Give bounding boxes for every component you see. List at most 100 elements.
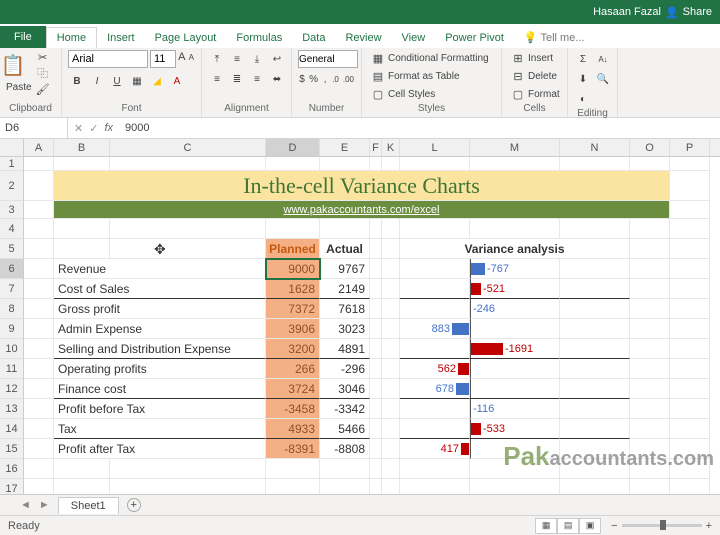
variance-right[interactable]: -767 xyxy=(470,259,560,279)
zoom-slider[interactable] xyxy=(622,524,702,527)
tab-data[interactable]: Data xyxy=(292,28,335,48)
normal-view-button[interactable]: ▦ xyxy=(535,518,557,534)
cell[interactable] xyxy=(54,157,110,171)
row-header[interactable]: 8 xyxy=(0,299,24,319)
cell[interactable] xyxy=(630,359,670,379)
cell[interactable] xyxy=(370,419,382,439)
paste-button[interactable]: Paste xyxy=(6,82,32,93)
cell[interactable] xyxy=(670,201,710,219)
cell[interactable] xyxy=(110,157,266,171)
planned-cell[interactable]: -3458 xyxy=(266,399,320,419)
cell[interactable] xyxy=(630,399,670,419)
col-header-D[interactable]: D xyxy=(266,139,320,156)
increase-decimal-icon[interactable]: .0 xyxy=(331,70,340,88)
row-label[interactable]: Selling and Distribution Expense xyxy=(54,339,266,359)
sheet-nav-next-icon[interactable]: ► xyxy=(39,499,50,511)
cell[interactable] xyxy=(370,459,382,479)
italic-button[interactable]: I xyxy=(88,72,106,90)
paste-icon[interactable]: 📋 xyxy=(6,50,20,80)
cell[interactable] xyxy=(370,319,382,339)
cell[interactable] xyxy=(560,259,630,279)
variance-right[interactable] xyxy=(470,319,560,339)
tab-view[interactable]: View xyxy=(392,28,436,48)
cell[interactable] xyxy=(560,339,630,359)
row-label[interactable]: Profit before Tax xyxy=(54,399,266,419)
sort-icon[interactable]: A↓ xyxy=(594,50,612,68)
cell[interactable] xyxy=(560,419,630,439)
cell[interactable] xyxy=(630,219,670,239)
wrap-text-icon[interactable]: ↩ xyxy=(268,50,286,68)
cell[interactable] xyxy=(110,459,266,479)
cell[interactable] xyxy=(382,459,400,479)
cell[interactable] xyxy=(110,479,266,494)
currency-icon[interactable]: $ xyxy=(298,70,306,88)
variance-right[interactable]: -521 xyxy=(470,279,560,299)
actual-cell[interactable]: 7618 xyxy=(320,299,370,319)
cell[interactable] xyxy=(670,459,710,479)
border-button[interactable]: ▦ xyxy=(128,72,146,90)
header-actual[interactable]: Actual xyxy=(320,239,370,259)
cell[interactable] xyxy=(630,299,670,319)
title-cell[interactable]: In-the-cell Variance Charts xyxy=(54,171,670,201)
cell[interactable] xyxy=(54,459,110,479)
enter-formula-icon[interactable]: ✓ xyxy=(89,122,98,135)
decrease-font-icon[interactable]: A xyxy=(188,50,196,64)
tab-home[interactable]: Home xyxy=(46,27,97,48)
cell[interactable] xyxy=(24,201,54,219)
cell[interactable] xyxy=(670,399,710,419)
font-name-input[interactable] xyxy=(68,50,148,68)
share-button[interactable]: Share xyxy=(683,6,712,18)
cell[interactable] xyxy=(24,299,54,319)
cell[interactable] xyxy=(266,157,320,171)
planned-cell[interactable]: 7372 xyxy=(266,299,320,319)
row-label[interactable]: Cost of Sales xyxy=(54,279,266,299)
cell[interactable] xyxy=(382,219,400,239)
cell[interactable] xyxy=(470,157,560,171)
cell[interactable] xyxy=(370,399,382,419)
tab-review[interactable]: Review xyxy=(335,28,391,48)
tab-formulas[interactable]: Formulas xyxy=(226,28,292,48)
variance-left[interactable] xyxy=(400,419,470,439)
planned-cell[interactable]: 3200 xyxy=(266,339,320,359)
cell[interactable] xyxy=(400,219,470,239)
cell[interactable] xyxy=(382,339,400,359)
cell[interactable] xyxy=(24,157,54,171)
actual-cell[interactable]: 3023 xyxy=(320,319,370,339)
cell[interactable] xyxy=(630,157,670,171)
cell[interactable] xyxy=(370,279,382,299)
col-header-E[interactable]: E xyxy=(320,139,370,156)
cell[interactable] xyxy=(382,319,400,339)
row-label[interactable]: Operating profits xyxy=(54,359,266,379)
align-center-icon[interactable]: ≣ xyxy=(228,70,246,88)
cell[interactable] xyxy=(54,219,110,239)
cell[interactable] xyxy=(320,479,370,494)
row-label[interactable]: Admin Expense xyxy=(54,319,266,339)
copy-icon[interactable]: ⿻ xyxy=(36,66,50,80)
cell[interactable] xyxy=(560,359,630,379)
row-header[interactable]: 13 xyxy=(0,399,24,419)
col-header-A[interactable]: A xyxy=(24,139,54,156)
cell[interactable] xyxy=(370,259,382,279)
variance-right[interactable]: -116 xyxy=(470,399,560,419)
cell[interactable] xyxy=(470,459,560,479)
cell[interactable] xyxy=(320,157,370,171)
cell[interactable] xyxy=(560,299,630,319)
cell[interactable] xyxy=(320,219,370,239)
variance-right[interactable]: -246 xyxy=(470,299,560,319)
planned-cell[interactable]: 9000 xyxy=(266,259,320,279)
col-header-F[interactable]: F xyxy=(370,139,382,156)
header-variance[interactable]: Variance analysis xyxy=(400,239,630,259)
cell[interactable] xyxy=(266,219,320,239)
actual-cell[interactable]: 5466 xyxy=(320,419,370,439)
fill-color-button[interactable]: ◢ xyxy=(148,72,166,90)
autosum-icon[interactable]: Σ xyxy=(574,50,592,68)
cell[interactable] xyxy=(382,419,400,439)
row-label[interactable]: Tax xyxy=(54,419,266,439)
row-header[interactable]: 10 xyxy=(0,339,24,359)
row-header[interactable]: 16 xyxy=(0,459,24,479)
align-top-icon[interactable]: ⤒ xyxy=(208,50,226,68)
cell[interactable] xyxy=(382,299,400,319)
row-header[interactable]: 3 xyxy=(0,201,24,219)
font-color-button[interactable]: A xyxy=(168,72,186,90)
col-header-M[interactable]: M xyxy=(470,139,560,156)
